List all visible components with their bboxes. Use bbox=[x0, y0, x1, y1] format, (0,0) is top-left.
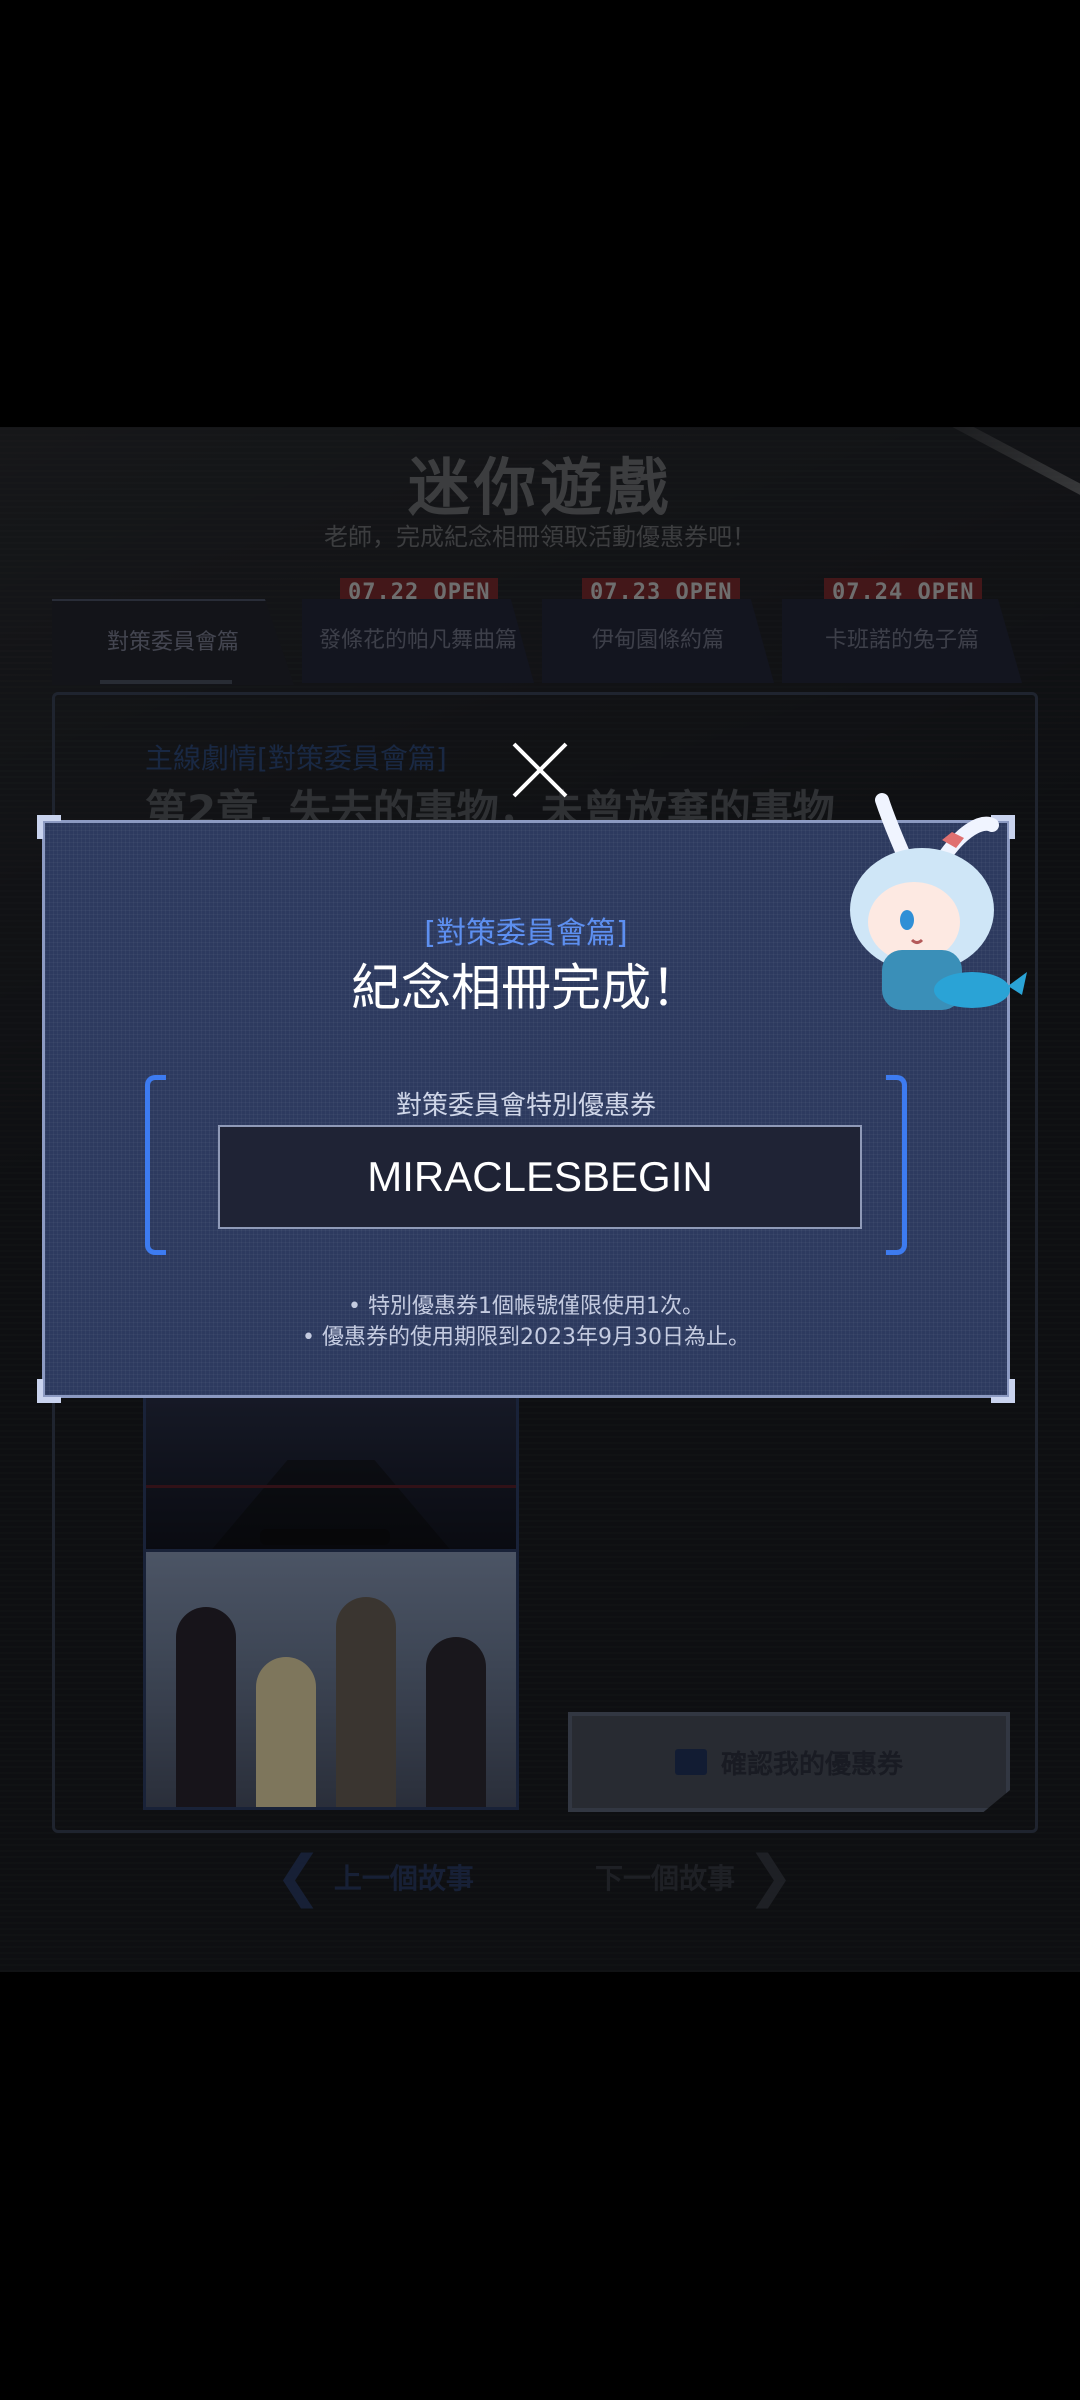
corner-mark bbox=[991, 1379, 1015, 1403]
corner-mark bbox=[37, 1379, 61, 1403]
note-expiry: • 優惠券的使用期限到2023年9月30日為止。 bbox=[302, 1325, 750, 1350]
mascot-character bbox=[850, 793, 1027, 1010]
corner-mark bbox=[37, 815, 61, 839]
coupon-label: 對策委員會特別優惠券 bbox=[395, 1091, 656, 1121]
coupon-notes: • 特別優惠券1個帳號僅限使用1次。 • 優惠券的使用期限到2023年9月30日… bbox=[45, 1291, 1007, 1353]
close-icon[interactable] bbox=[510, 740, 570, 800]
coupon-code[interactable]: MIRACLESBEGIN bbox=[218, 1125, 862, 1229]
note-usage-limit: • 特別優惠券1個帳號僅限使用1次。 bbox=[348, 1294, 704, 1319]
